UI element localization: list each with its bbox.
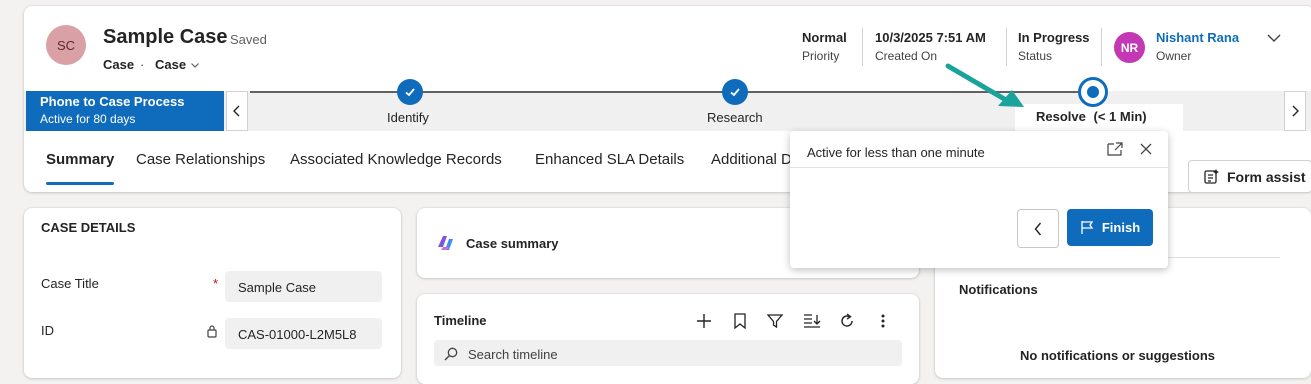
stage-identify-check[interactable]: [397, 79, 423, 105]
form-assist-button[interactable]: Form assist: [1188, 160, 1311, 193]
finish-button[interactable]: Finish: [1067, 209, 1153, 246]
form-assist-label: Form assist: [1227, 169, 1306, 185]
chevron-left-icon: [233, 105, 240, 117]
active-tab-indicator: [46, 182, 114, 185]
form-name: Case: [155, 57, 187, 72]
stage-research-label[interactable]: Research: [707, 110, 763, 125]
chevron-left-icon: [1034, 222, 1042, 235]
stage-resolve-indicator[interactable]: [1078, 77, 1108, 107]
popout-icon: [1107, 142, 1123, 156]
notifications-title: Notifications: [959, 282, 1038, 297]
case-summary-label[interactable]: Case summary: [466, 236, 559, 251]
required-indicator: *: [213, 276, 219, 291]
timeline-filter-button[interactable]: [764, 310, 786, 332]
timeline-bookmark-button[interactable]: [729, 310, 751, 332]
tab-summary[interactable]: Summary: [46, 151, 114, 168]
case-title-label: Case Title: [41, 276, 99, 291]
stage-flyout-title: Active for less than one minute: [807, 145, 985, 160]
timeline-search-input[interactable]: Search timeline: [434, 340, 902, 366]
record-avatar: SC: [46, 25, 86, 65]
form-selector[interactable]: Case: [155, 57, 200, 72]
case-id-value: CAS-01000-L2M5L8: [238, 327, 357, 342]
created-on-label: Created On: [875, 49, 938, 63]
entity-name: Case: [103, 57, 135, 72]
header-divider: [862, 28, 863, 66]
search-icon: [444, 347, 458, 361]
owner-name-link[interactable]: Nishant Rana: [1156, 30, 1239, 45]
case-id-field: CAS-01000-L2M5L8: [225, 318, 382, 349]
divider: [790, 167, 1168, 168]
status-value: In Progress: [1018, 30, 1090, 45]
stage-research-check[interactable]: [722, 79, 748, 105]
tab-associated-knowledge-records[interactable]: Associated Knowledge Records: [290, 151, 502, 168]
expand-header-button[interactable]: [1263, 27, 1285, 49]
tab-enhanced-sla-details[interactable]: Enhanced SLA Details: [535, 151, 684, 168]
checkmark-icon: [405, 88, 415, 97]
close-button[interactable]: [1135, 138, 1157, 160]
plus-icon: [697, 314, 711, 328]
process-prev-button[interactable]: [226, 91, 248, 131]
tab-additional-details[interactable]: Additional D: [711, 151, 790, 168]
popout-button[interactable]: [1104, 138, 1126, 160]
stage-resolve-label[interactable]: Resolve (< 1 Min): [1036, 109, 1147, 124]
stage-flyout: Active for less than one minute: [790, 131, 1168, 268]
bookmark-icon: [734, 313, 746, 329]
lock-icon: [207, 325, 217, 338]
finish-label: Finish: [1101, 220, 1141, 235]
stage-resolve-name: Resolve: [1036, 109, 1086, 124]
process-duration: Active for 80 days: [40, 112, 136, 126]
stage-back-button[interactable]: [1017, 209, 1059, 248]
checkmark-icon: [730, 88, 740, 97]
close-icon: [1140, 143, 1152, 155]
form-assist-icon: [1204, 169, 1219, 184]
sort-icon: [804, 314, 821, 328]
filter-icon: [767, 314, 783, 329]
owner-avatar[interactable]: NR: [1114, 32, 1145, 63]
case-title-value: Sample Case: [238, 280, 317, 295]
timeline-search-placeholder: Search timeline: [468, 347, 558, 362]
owner-label: Owner: [1156, 49, 1192, 63]
timeline-card: [417, 294, 919, 384]
created-on-value: 10/3/2025 7:51 AM: [875, 30, 986, 45]
refresh-icon: [841, 313, 853, 327]
stage-resolve-time: (< 1 Min): [1093, 109, 1147, 124]
timeline-title: Timeline: [434, 313, 487, 328]
timeline-sort-button[interactable]: [801, 310, 823, 332]
record-title: Sample Case: [103, 26, 228, 48]
priority-label: Priority: [802, 49, 840, 63]
case-details-heading: CASE DETAILS: [41, 220, 136, 235]
timeline-add-button[interactable]: [693, 310, 715, 332]
save-status: - Saved: [222, 32, 267, 47]
timeline-more-button[interactable]: [872, 310, 894, 332]
header-divider: [1101, 28, 1102, 66]
case-title-field[interactable]: Sample Case: [225, 271, 382, 302]
chevron-right-icon: [1292, 105, 1299, 117]
chevron-down-icon: [1267, 34, 1281, 42]
separator-dot: ·: [140, 57, 145, 72]
process-name-badge[interactable]: Phone to Case Process Active for 80 days: [26, 91, 224, 131]
case-id-label: ID: [41, 323, 54, 338]
timeline-refresh-button[interactable]: [836, 310, 858, 332]
stage-identify-label[interactable]: Identify: [387, 110, 429, 125]
chevron-down-icon: [191, 62, 200, 68]
copilot-icon: [438, 236, 453, 250]
process-name: Phone to Case Process: [40, 94, 185, 109]
priority-value: Normal: [802, 30, 847, 45]
tab-case-relationships[interactable]: Case Relationships: [136, 151, 265, 168]
more-vertical-icon: [881, 314, 885, 328]
annotation-arrow-icon: [945, 63, 1024, 107]
process-next-button[interactable]: [1284, 91, 1306, 131]
flag-icon: [1081, 221, 1094, 234]
